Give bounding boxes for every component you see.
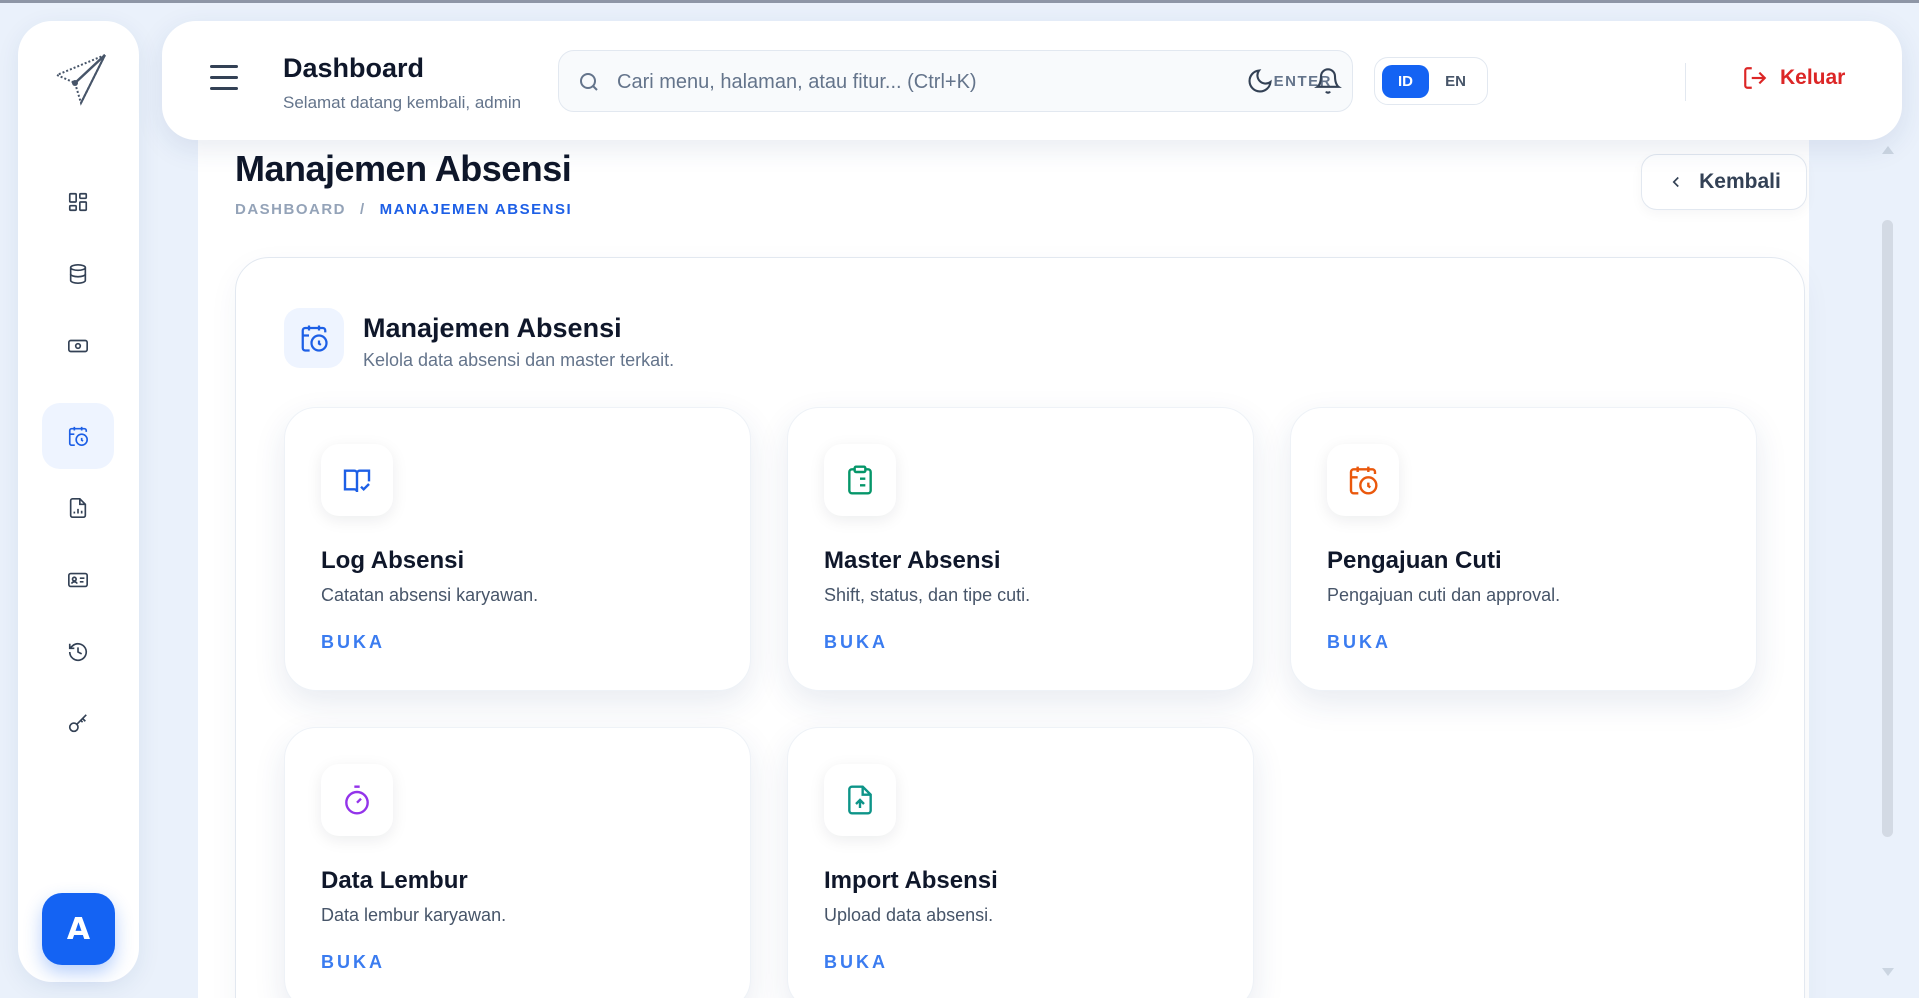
card-description: Data lembur karyawan. [321, 905, 507, 925]
card-title: Data Lembur [321, 867, 468, 894]
history-icon [68, 643, 88, 662]
logout-button[interactable]: Keluar [1742, 65, 1845, 91]
logout-icon [1744, 67, 1767, 89]
sidebar-item-history[interactable] [42, 619, 114, 685]
sidebar-item-dashboard[interactable] [42, 169, 114, 235]
lang-option-en[interactable]: EN [1432, 65, 1479, 98]
card-data-lembur[interactable]: Data Lembur Data lembur karyawan. BUKA [284, 727, 751, 998]
search-input[interactable] [617, 63, 1257, 101]
logout-label: Keluar [1780, 66, 1846, 89]
card-icon-wrap [321, 444, 393, 516]
card-title: Import Absensi [824, 867, 998, 894]
header-title: Dashboard [283, 53, 425, 83]
card-description: Catatan absensi karyawan. [321, 585, 539, 605]
back-button[interactable]: Kembali [1641, 154, 1807, 210]
book-check-icon [343, 469, 371, 493]
sidebar-item-payroll[interactable] [42, 313, 114, 379]
breadcrumb-separator: / [360, 201, 366, 218]
header-subtitle: Selamat datang kembali, admin [283, 93, 522, 112]
card-open-link[interactable]: BUKA [321, 952, 385, 973]
stopwatch-icon [345, 785, 369, 815]
section-icon [284, 308, 344, 368]
menu-toggle-icon[interactable] [210, 65, 242, 95]
user-avatar[interactable]: A [42, 893, 115, 965]
key-icon [68, 714, 87, 733]
card-import-absensi[interactable]: Import Absensi Upload data absensi. BUKA [787, 727, 1254, 998]
card-icon-wrap [824, 764, 896, 836]
sidebar-item-attendance[interactable] [42, 403, 114, 469]
window-top-edge [0, 0, 1919, 3]
sidebar-item-reports[interactable] [42, 475, 114, 541]
lang-option-id[interactable]: ID [1382, 65, 1429, 98]
card-title: Log Absensi [321, 547, 465, 574]
money-icon [68, 339, 88, 353]
card-description: Pengajuan cuti dan approval. [1327, 585, 1561, 605]
card-icon-wrap [321, 764, 393, 836]
card-description: Upload data absensi. [824, 905, 994, 925]
file-upload-icon [848, 785, 872, 815]
card-title: Pengajuan Cuti [1327, 547, 1502, 574]
search-icon [580, 73, 598, 91]
top-header: Dashboard Selamat datang kembali, admin … [162, 21, 1902, 140]
scrollbar-thumb[interactable] [1882, 220, 1893, 837]
calendar-clock-icon [68, 426, 88, 446]
card-pengajuan-cuti[interactable]: Pengajuan Cuti Pengajuan cuti dan approv… [1290, 407, 1757, 691]
calendar-clock-icon [1349, 466, 1378, 495]
sidebar: A [18, 21, 139, 982]
database-icon [69, 264, 87, 284]
grid-icon [68, 192, 88, 212]
global-search[interactable]: ENTER [558, 50, 1353, 112]
sidebar-item-database[interactable] [42, 241, 114, 307]
scroll-down-arrow-icon[interactable] [1882, 968, 1894, 976]
card-description: Shift, status, dan tipe cuti. [824, 585, 1031, 605]
card-icon-wrap [824, 444, 896, 516]
dark-mode-moon-icon[interactable] [1246, 67, 1274, 95]
notification-bell-icon[interactable] [1314, 67, 1342, 95]
sidebar-item-employees[interactable] [42, 547, 114, 613]
card-open-link[interactable]: BUKA [824, 632, 888, 653]
id-card-icon [68, 572, 88, 588]
card-title: Master Absensi [824, 547, 1001, 574]
chevron-left-icon [1672, 176, 1679, 188]
language-switch: ID EN [1374, 57, 1488, 105]
report-icon [69, 498, 87, 518]
app-logo[interactable] [51, 51, 111, 111]
breadcrumb-dashboard[interactable]: DASHBOARD [235, 201, 346, 218]
scroll-up-arrow-icon[interactable] [1882, 146, 1894, 154]
breadcrumb: DASHBOARD / MANAJEMEN ABSENSI [235, 201, 572, 218]
page-title: Manajemen Absensi [235, 148, 572, 189]
card-open-link[interactable]: BUKA [1327, 632, 1391, 653]
calendar-clock-icon [301, 325, 328, 352]
card-open-link[interactable]: BUKA [824, 952, 888, 973]
section-subtitle: Kelola data absensi dan master terkait. [363, 350, 675, 370]
header-divider [1685, 63, 1686, 101]
section-title: Manajemen Absensi [363, 313, 622, 343]
card-log-absensi[interactable]: Log Absensi Catatan absensi karyawan. BU… [284, 407, 751, 691]
card-open-link[interactable]: BUKA [321, 632, 385, 653]
card-master-absensi[interactable]: Master Absensi Shift, status, dan tipe c… [787, 407, 1254, 691]
breadcrumb-current: MANAJEMEN ABSENSI [379, 201, 573, 218]
clipboard-list-icon [848, 465, 872, 495]
sidebar-item-access[interactable] [42, 691, 114, 757]
card-icon-wrap [1327, 444, 1399, 516]
attendance-section: Manajemen Absensi Kelola data absensi da… [235, 257, 1805, 998]
main-content: Manajemen Absensi DASHBOARD / MANAJEMEN … [198, 98, 1809, 998]
back-button-label: Kembali [1699, 170, 1781, 193]
